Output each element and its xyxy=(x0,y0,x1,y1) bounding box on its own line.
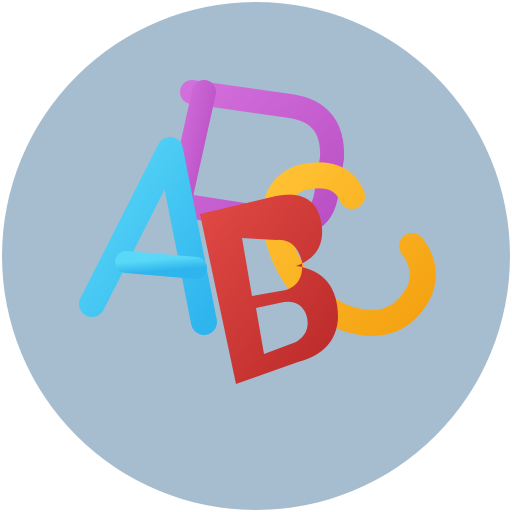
app-icon xyxy=(0,0,512,512)
background-circle xyxy=(2,2,510,510)
abc-letters-icon xyxy=(2,2,510,510)
letter-a-crossbar xyxy=(115,251,207,279)
